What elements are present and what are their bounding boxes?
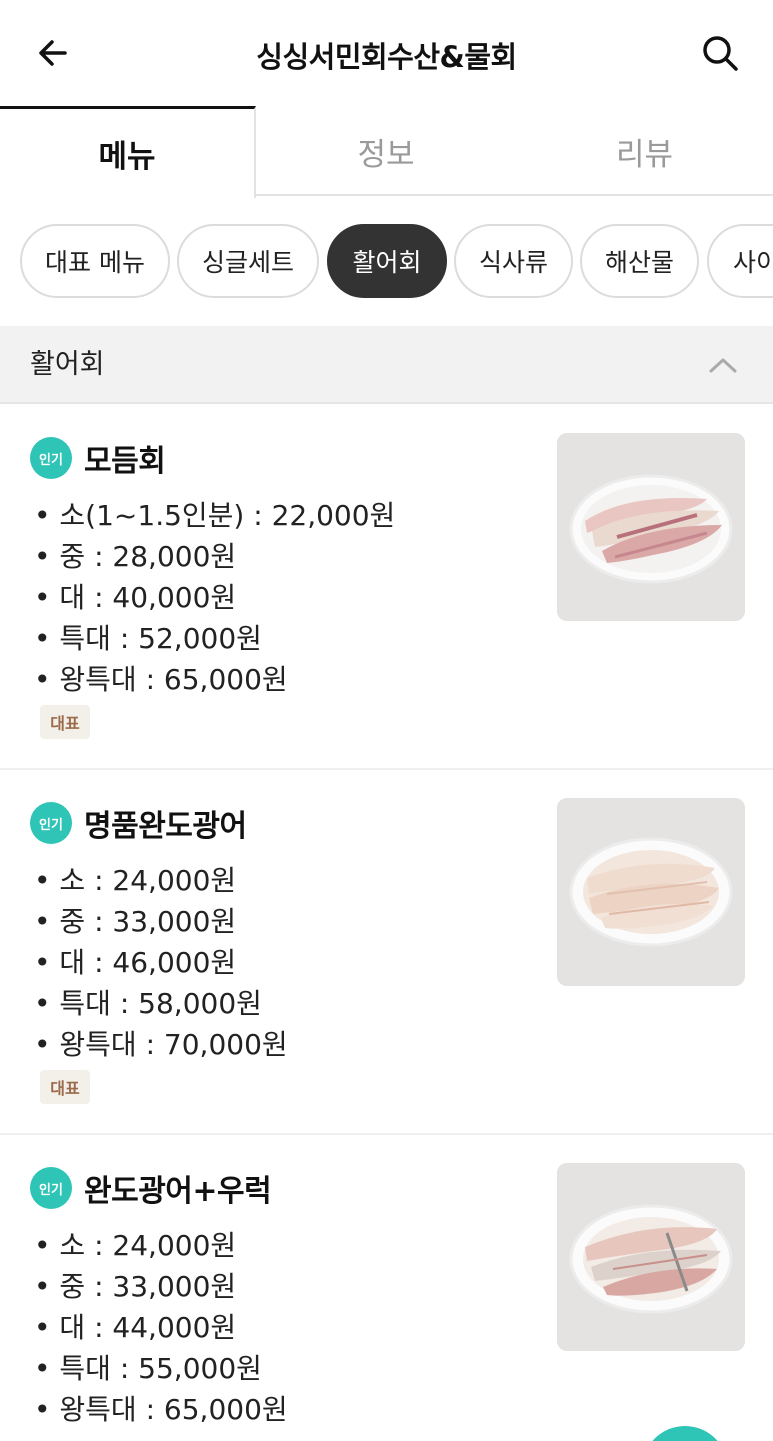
sashimi-plate-image xyxy=(557,798,745,986)
category-chip-bar: 대표 메뉴 싱글세트 활어회 식사류 해산물 사이 xyxy=(0,196,773,326)
price-line: • 소 : 24,000원 xyxy=(34,864,237,897)
menu-item-header: 인기 명품완도광어 xyxy=(30,802,247,844)
tab-info[interactable]: 정보 xyxy=(256,106,516,196)
page-title: 싱싱서민회수산&물회 xyxy=(256,40,517,74)
popular-badge: 인기 xyxy=(30,1167,72,1209)
menu-item-name: 완도광어+우럭 xyxy=(84,1174,272,1209)
price-line: • 대 : 44,000원 xyxy=(34,1311,237,1344)
chip-live-fish-sashimi[interactable]: 활어회 xyxy=(327,224,447,298)
chevron-up-icon xyxy=(709,358,737,373)
price-list: • 소 : 24,000원 • 중 : 33,000원 • 대 : 46,000… xyxy=(34,860,288,1065)
menu-item-name: 명품완도광어 xyxy=(84,809,247,844)
chip-meals[interactable]: 식사류 xyxy=(454,224,573,298)
price-list: • 소(1~1.5인분) : 22,000원 • 중 : 28,000원 • 대… xyxy=(34,495,395,700)
menu-item[interactable]: 인기 완도광어+우럭 • 소 : 24,000원 • 중 : 33,000원 •… xyxy=(0,1135,773,1441)
app-header: 싱싱서민회수산&물회 xyxy=(0,0,773,106)
menu-item-photo[interactable] xyxy=(557,798,745,986)
price-line: • 중 : 28,000원 xyxy=(34,540,237,573)
section-header[interactable]: 활어회 xyxy=(0,326,773,404)
section-title: 활어회 xyxy=(30,349,105,380)
menu-item-photo[interactable] xyxy=(557,433,745,621)
menu-item-header: 인기 완도광어+우럭 xyxy=(30,1167,272,1209)
signature-tag: 대표 xyxy=(40,705,90,739)
collapse-button[interactable] xyxy=(704,346,742,384)
chip-seafood[interactable]: 해산물 xyxy=(580,224,699,298)
chip-single-set[interactable]: 싱글세트 xyxy=(177,224,319,298)
tab-reviews[interactable]: 리뷰 xyxy=(516,106,773,196)
menu-item[interactable]: 인기 모듬회 • 소(1~1.5인분) : 22,000원 • 중 : 28,0… xyxy=(0,405,773,770)
price-line: • 특대 : 52,000원 xyxy=(34,622,262,655)
tab-menu[interactable]: 메뉴 xyxy=(0,106,256,198)
price-line: • 소 : 24,000원 xyxy=(34,1229,237,1262)
price-list: • 소 : 24,000원 • 중 : 33,000원 • 대 : 44,000… xyxy=(34,1225,288,1430)
price-line: • 왕특대 : 65,000원 xyxy=(34,663,288,696)
sashimi-plate-image xyxy=(557,433,745,621)
tab-bar: 메뉴 정보 리뷰 xyxy=(0,106,773,198)
menu-item-header: 인기 모듬회 xyxy=(30,437,166,479)
search-button[interactable] xyxy=(697,30,743,76)
price-line: • 소(1~1.5인분) : 22,000원 xyxy=(34,499,396,532)
price-line: • 중 : 33,000원 xyxy=(34,1270,237,1303)
signature-tag: 대표 xyxy=(40,1070,90,1104)
price-line: • 왕특대 : 70,000원 xyxy=(34,1028,288,1061)
menu-item-name: 모듬회 xyxy=(84,444,166,479)
price-line: • 특대 : 55,000원 xyxy=(34,1352,262,1385)
search-icon xyxy=(703,36,738,71)
sashimi-plate-image xyxy=(557,1163,745,1351)
price-line: • 특대 : 58,000원 xyxy=(34,987,262,1020)
price-line: • 대 : 46,000원 xyxy=(34,946,237,979)
price-line: • 중 : 33,000원 xyxy=(34,905,237,938)
popular-badge: 인기 xyxy=(30,802,72,844)
popular-badge: 인기 xyxy=(30,437,72,479)
chip-signature-menu[interactable]: 대표 메뉴 xyxy=(20,224,170,298)
menu-item-photo[interactable] xyxy=(557,1163,745,1351)
menu-item[interactable]: 인기 명품완도광어 • 소 : 24,000원 • 중 : 33,000원 • … xyxy=(0,770,773,1135)
chip-side[interactable]: 사이 xyxy=(707,224,773,298)
price-line: • 왕특대 : 65,000원 xyxy=(34,1393,288,1426)
price-line: • 대 : 40,000원 xyxy=(34,581,237,614)
